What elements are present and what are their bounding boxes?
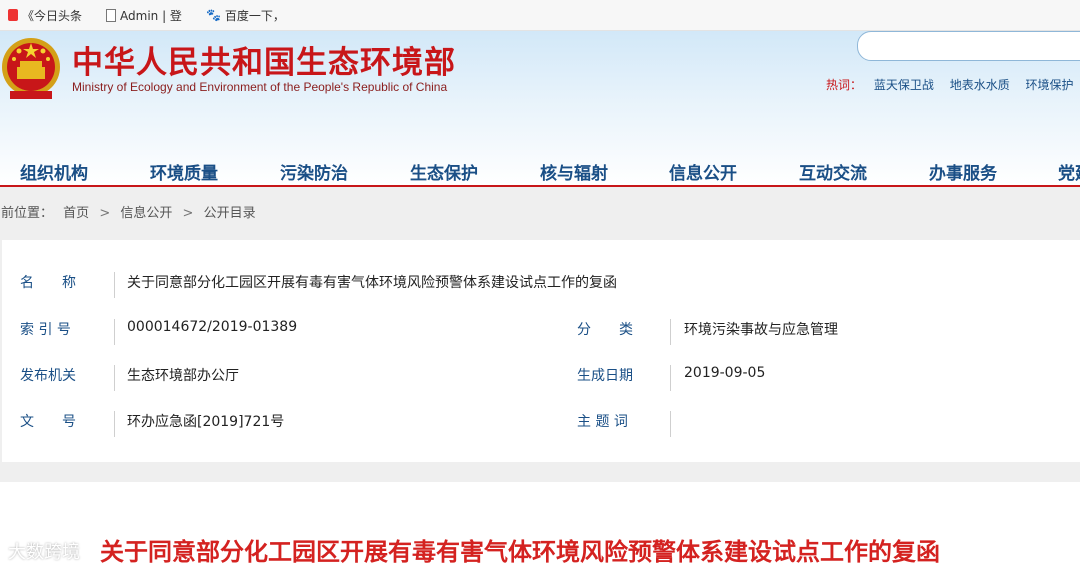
divider xyxy=(670,411,671,437)
hot-words-label: 热词： xyxy=(826,78,863,92)
document-title: 关于同意部分化工园区开展有毒有害气体环境风险预警体系建设试点工作的复函 xyxy=(100,538,940,566)
breadcrumb-catalog[interactable]: 公开目录 xyxy=(204,206,256,221)
divider xyxy=(114,319,115,345)
watermark: 大数跨境 xyxy=(8,542,80,563)
site-name-cn: 中华人民共和国生态环境部 xyxy=(72,45,456,81)
document-info-panel: 名 称 关于同意部分化工园区开展有毒有害气体环境风险预警体系建设试点工作的复函 … xyxy=(2,240,1080,462)
divider xyxy=(670,319,671,345)
docno-label: 文 号 xyxy=(20,414,76,430)
issuer-value: 生态环境部办公厅 xyxy=(127,368,239,384)
category-label: 分 类 xyxy=(577,322,633,338)
page-icon xyxy=(106,8,117,22)
nav-item-pollution-control[interactable]: 污染防治 xyxy=(280,159,348,184)
breadcrumb-separator: > xyxy=(182,206,194,221)
nav-item-disclosure[interactable]: 信息公开 xyxy=(669,159,737,184)
main-nav: 组织机构 环境质量 污染防治 生态保护 核与辐射 信息公开 互动交流 办事服务 … xyxy=(0,155,1080,187)
info-row-docno: 文 号 环办应急函[2019]721号 主 题 词 xyxy=(2,411,1080,457)
nav-item-environment-quality[interactable]: 环境质量 xyxy=(150,159,218,184)
info-row-name: 名 称 关于同意部分化工园区开展有毒有害气体环境风险预警体系建设试点工作的复函 xyxy=(2,272,1080,318)
bookmark-admin[interactable]: Admin | 登 xyxy=(106,7,182,24)
info-row-index: 索 引 号 000014672/2019-01389 分 类 环境污染事故与应急… xyxy=(2,319,1080,365)
breadcrumb-separator: > xyxy=(99,206,111,221)
nav-item-party[interactable]: 党建 xyxy=(1058,159,1080,184)
document-body: 关于同意部分化工园区开展有毒有害气体环境风险预警体系建设试点工作的复函 xyxy=(0,482,1080,576)
national-emblem-icon xyxy=(0,33,62,105)
hot-word-link[interactable]: 蓝天保卫战 xyxy=(874,78,934,92)
category-value: 环境污染事故与应急管理 xyxy=(684,322,838,338)
breadcrumb: 当前位置： 首页 > 信息公开 > 公开目录 xyxy=(0,202,262,221)
divider xyxy=(670,365,671,391)
bookmark-label: 《今日头条 xyxy=(22,8,83,23)
search-input[interactable] xyxy=(857,31,1080,61)
docno-value: 环办应急函[2019]721号 xyxy=(127,414,285,430)
site-name-en: Ministry of Ecology and Environment of t… xyxy=(72,80,448,94)
name-value: 关于同意部分化工园区开展有毒有害气体环境风险预警体系建设试点工作的复函 xyxy=(127,275,617,291)
divider xyxy=(114,272,115,298)
breadcrumb-home[interactable]: 首页 xyxy=(63,206,89,221)
bookmark-label: 百度一下， xyxy=(224,8,285,23)
index-label: 索 引 号 xyxy=(20,322,71,338)
nav-item-interaction[interactable]: 互动交流 xyxy=(799,159,867,184)
name-label: 名 称 xyxy=(20,275,76,291)
breadcrumb-disclosure[interactable]: 信息公开 xyxy=(120,206,172,221)
toutiao-icon xyxy=(8,9,18,21)
bookmark-label: Admin | 登 xyxy=(120,8,182,23)
site-header: 中华人民共和国生态环境部 Ministry of Ecology and Env… xyxy=(0,31,1080,187)
issuer-label: 发布机关 xyxy=(20,368,76,384)
info-row-issuer: 发布机关 生态环境部办公厅 生成日期 2019-09-05 xyxy=(2,365,1080,411)
nav-item-ecology[interactable]: 生态保护 xyxy=(410,159,478,184)
bookmarks-bar: 《今日头条 Admin | 登 🐾 百度一下， xyxy=(0,0,1080,31)
divider xyxy=(114,365,115,391)
hot-word-link[interactable]: 环境保护 xyxy=(1026,78,1074,92)
hot-word-link[interactable]: 地表水水质 xyxy=(950,78,1010,92)
divider xyxy=(114,411,115,437)
hot-words: 热词： 蓝天保卫战 地表水水质 环境保护 xyxy=(826,76,1080,93)
baidu-paw-icon: 🐾 xyxy=(205,8,221,22)
breadcrumb-prefix: 当前位置： xyxy=(0,206,54,221)
keywords-label: 主 题 词 xyxy=(577,414,628,430)
bookmark-toutiao[interactable]: 《今日头条 xyxy=(8,7,82,24)
bookmark-baidu[interactable]: 🐾 百度一下， xyxy=(206,7,285,24)
date-label: 生成日期 xyxy=(577,368,633,384)
nav-item-nuclear[interactable]: 核与辐射 xyxy=(540,159,608,184)
nav-item-organization[interactable]: 组织机构 xyxy=(20,159,88,184)
index-value: 000014672/2019-01389 xyxy=(127,319,298,335)
date-value: 2019-09-05 xyxy=(684,365,766,381)
nav-item-services[interactable]: 办事服务 xyxy=(929,159,997,184)
